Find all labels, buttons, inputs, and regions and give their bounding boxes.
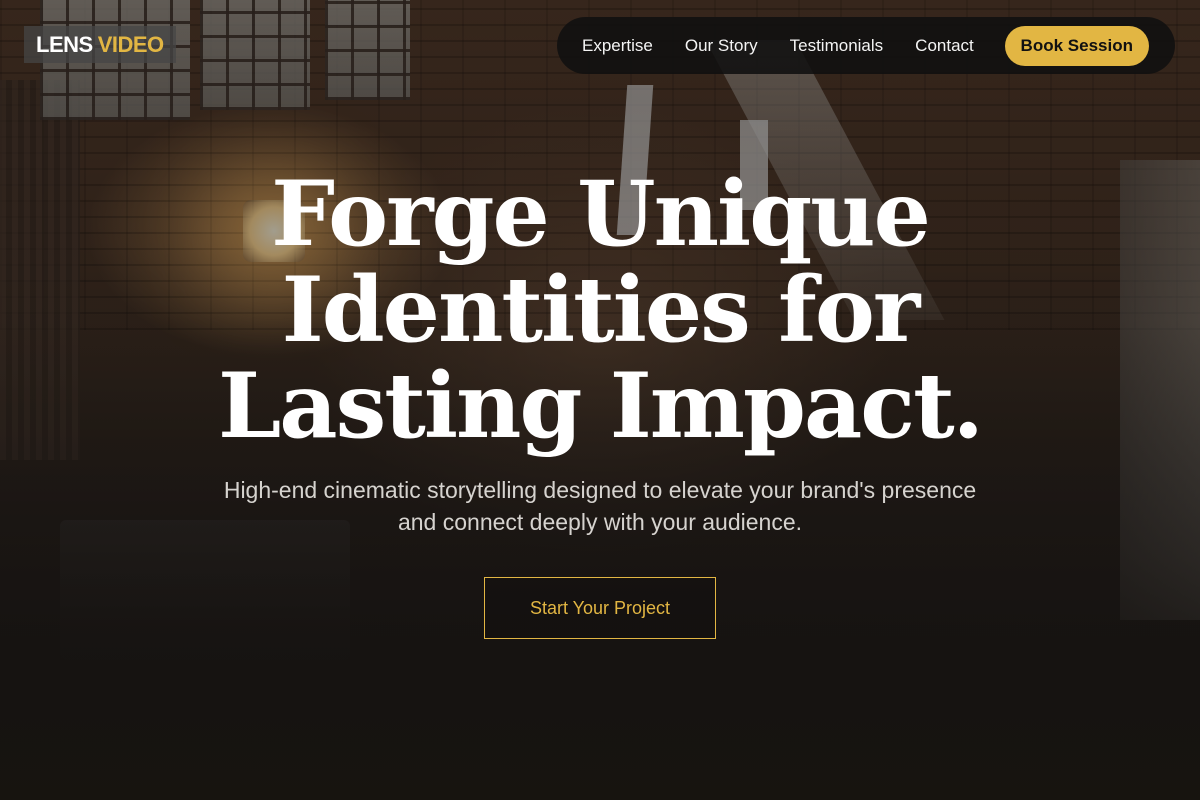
- hero-title-line: Forge Unique: [271, 161, 931, 267]
- hero-title: Forge Unique Identities for Lasting Impa…: [100, 166, 1100, 454]
- nav-link-testimonials[interactable]: Testimonials: [790, 36, 884, 56]
- hero-title-line: Lasting Impact.: [217, 353, 984, 459]
- logo-text-video: VIDEO: [97, 31, 164, 57]
- hero-subtitle: High-end cinematic storytelling designed…: [170, 474, 1030, 538]
- nav-link-our-story[interactable]: Our Story: [685, 36, 758, 56]
- nav-link-expertise[interactable]: Expertise: [582, 36, 653, 56]
- start-project-button[interactable]: Start Your Project: [484, 577, 716, 639]
- hero-subtitle-line: and connect deeply with your audience.: [397, 509, 803, 535]
- nav-link-contact[interactable]: Contact: [915, 36, 974, 56]
- logo-text-lens: LENS: [36, 31, 93, 57]
- main-nav: Expertise Our Story Testimonials Contact…: [557, 17, 1175, 74]
- book-session-button[interactable]: Book Session: [1004, 25, 1149, 66]
- hero-subtitle-line: High-end cinematic storytelling designed…: [223, 477, 977, 503]
- hero-title-line: Identities for: [281, 257, 921, 363]
- logo[interactable]: LENS VIDEO: [24, 26, 176, 63]
